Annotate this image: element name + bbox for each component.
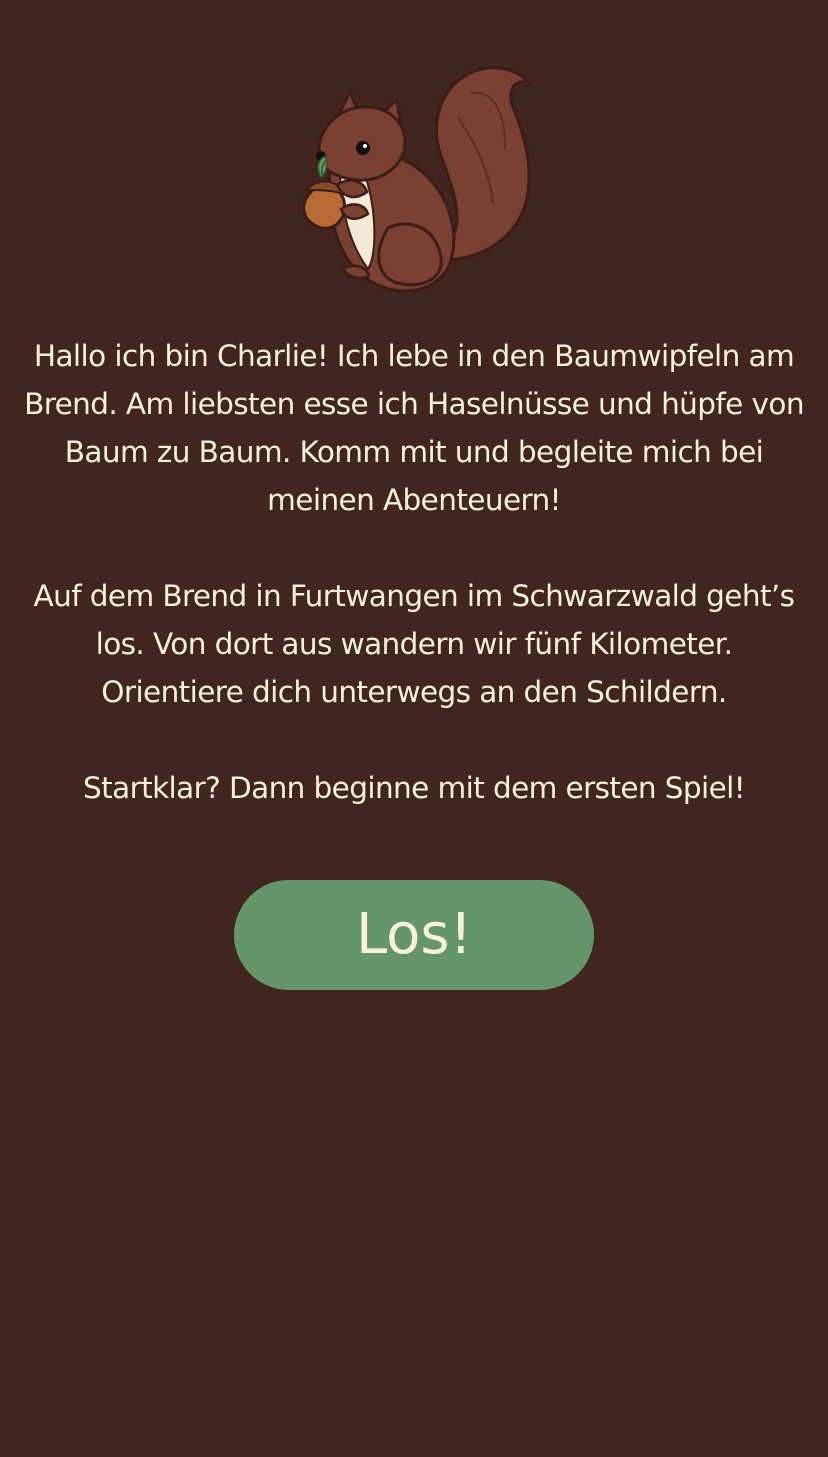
intro-screen: Hallo ich bin Charlie! Ich lebe in den B… [0,0,828,1457]
start-button[interactable]: Los! [234,880,594,990]
intro-text: Hallo ich bin Charlie! Ich lebe in den B… [22,332,806,812]
squirrel-with-hazelnut-icon [302,66,531,293]
intro-paragraph-2: Auf dem Brend in Furtwangen im Schwarzwa… [33,579,796,709]
intro-paragraph-1: Hallo ich bin Charlie! Ich lebe in den B… [24,339,804,517]
intro-paragraph-3: Startklar? Dann beginne mit dem ersten S… [83,771,746,805]
